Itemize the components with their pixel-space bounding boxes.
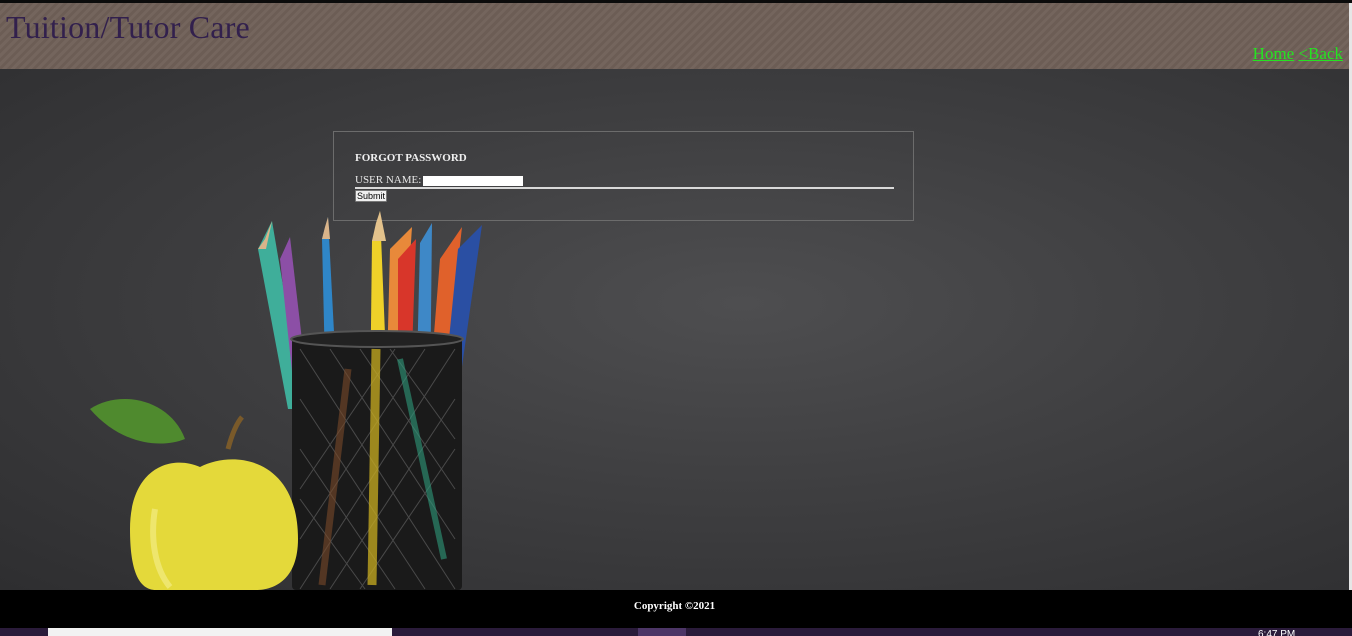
header-nav: Home <Back [1253,44,1343,64]
apple-icon [90,399,298,590]
taskbar-search[interactable] [48,628,392,636]
footer: Copyright ©2021 [0,590,1352,628]
taskbar-active-app[interactable] [638,628,686,636]
site-header: Tuition/Tutor Care Home <Back [0,3,1349,69]
home-link[interactable]: Home [1253,44,1295,63]
form-title: FORGOT PASSWORD [355,152,467,164]
form-divider [355,187,894,189]
submit-button[interactable]: Submit [355,190,388,202]
taskbar-clock: 6:47 PM [1258,630,1296,636]
background-illustration [90,211,482,590]
username-label: USER NAME: [355,174,422,186]
username-input[interactable] [423,176,523,186]
site-title: Tuition/Tutor Care [6,9,250,45]
main-content: FORGOT PASSWORD USER NAME: Submit [0,69,1349,590]
back-link[interactable]: <Back [1298,44,1343,63]
copyright-text: Copyright ©2021 [633,600,716,612]
forgot-password-form: FORGOT PASSWORD USER NAME: Submit [333,131,914,221]
taskbar: 6:47 PM [0,628,1352,636]
